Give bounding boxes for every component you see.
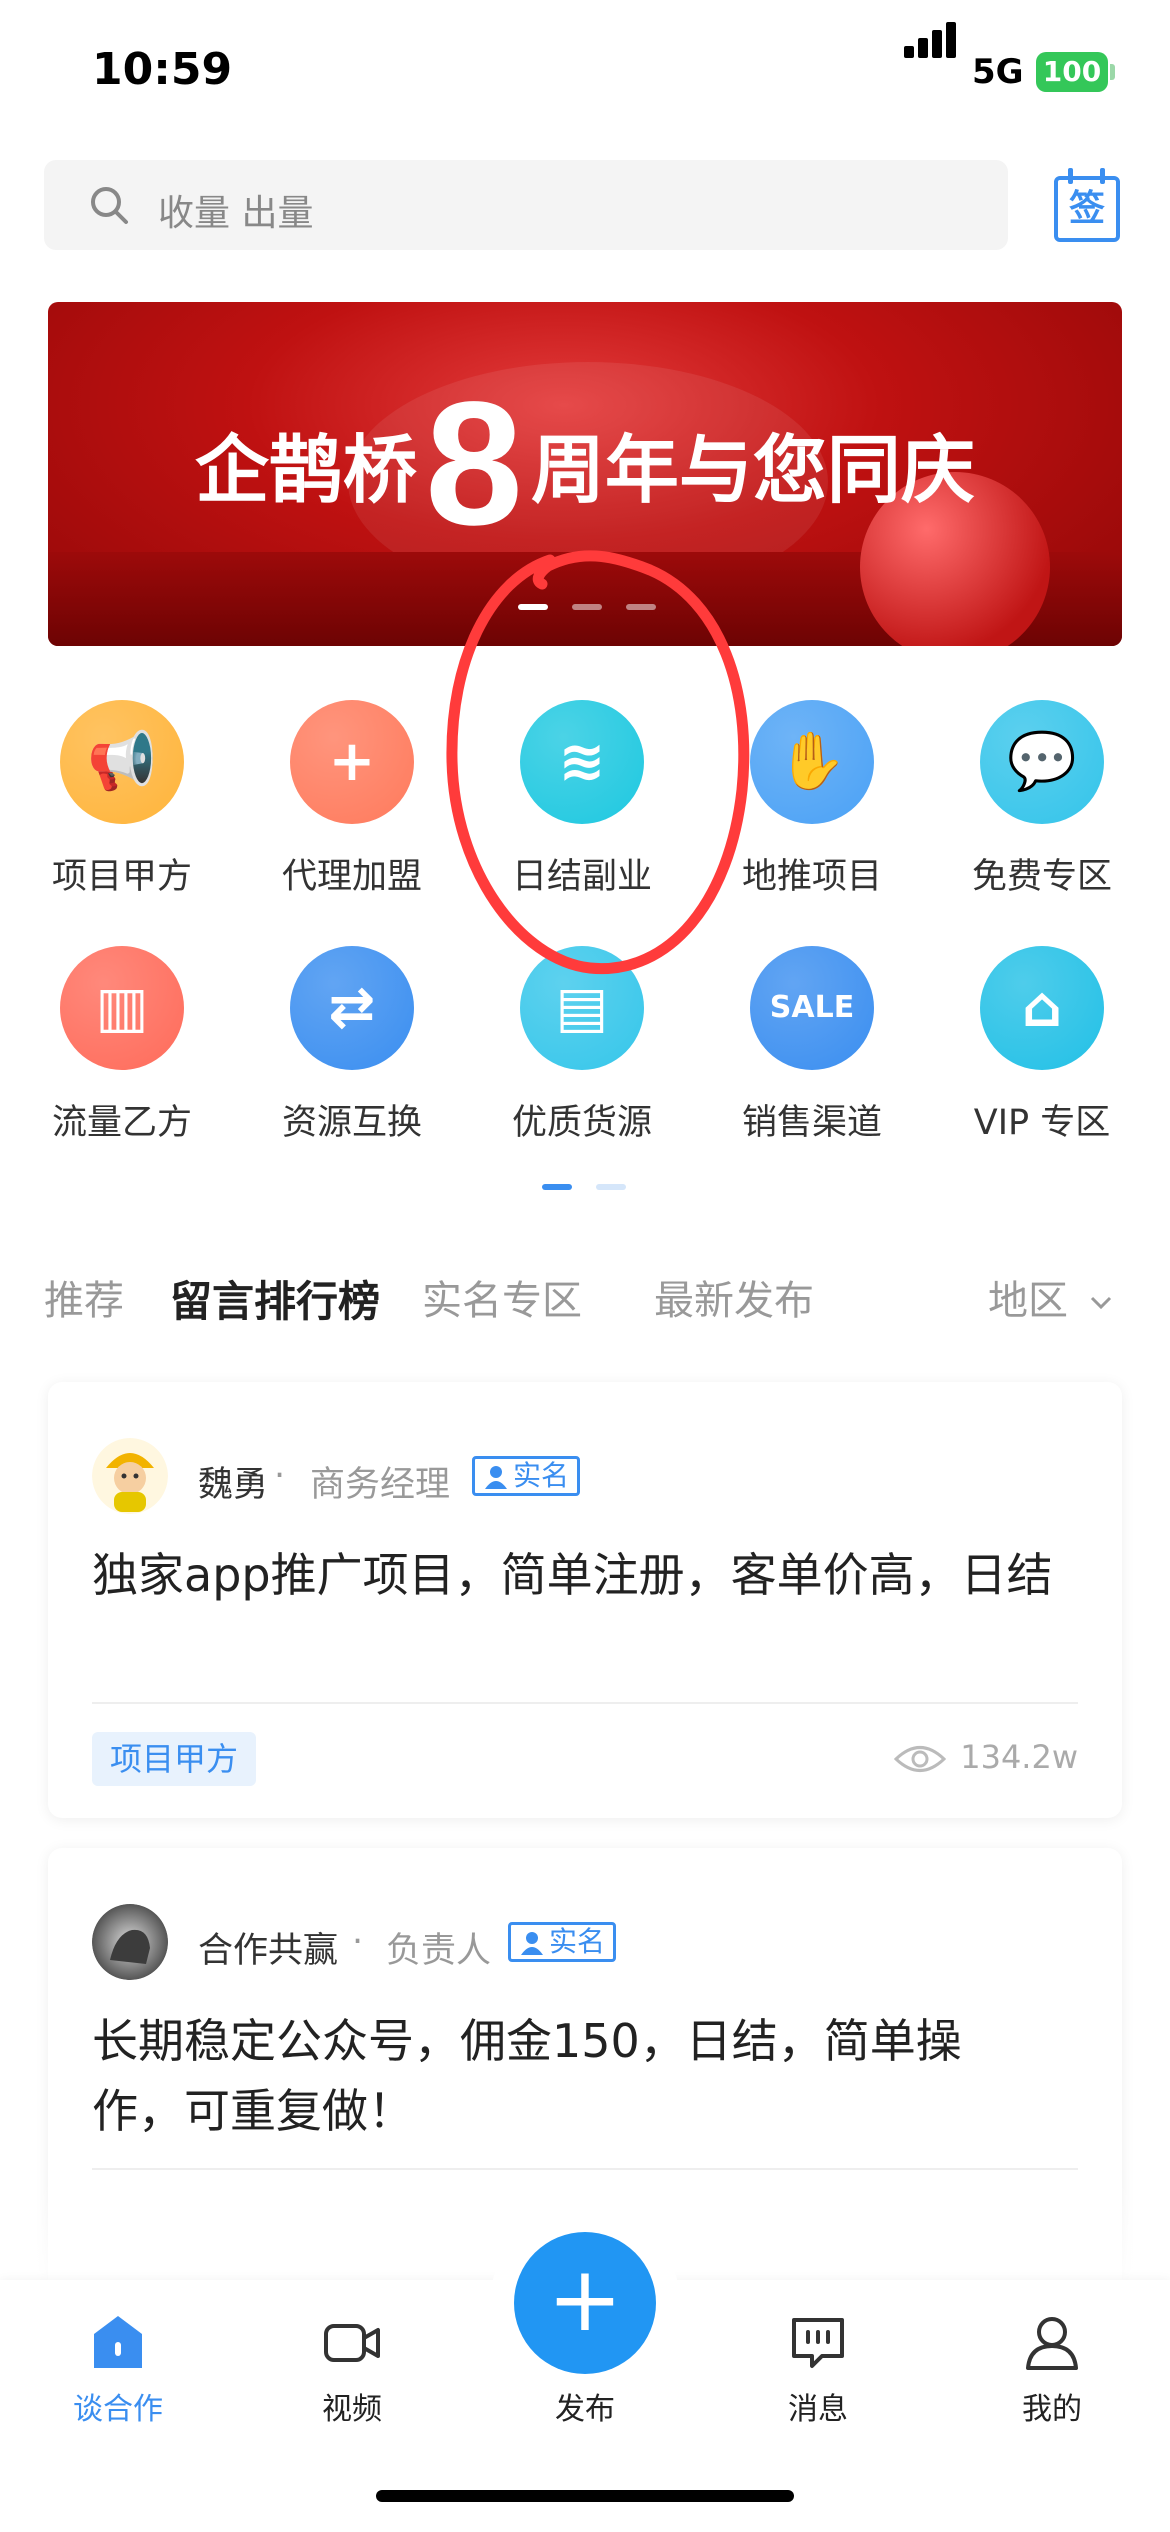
publish-label: 发布 [555,2392,615,2427]
category-label: 免费专区 [971,857,1112,897]
battery-icon: 100 [1036,52,1108,92]
category-glyph: ▥ [95,975,149,1040]
battery-tip [1110,64,1115,80]
category-glyph: 📢 [87,729,157,794]
banner-text-right: 周年与您同庆 [530,427,975,514]
swap-icon: ⇄ [290,946,414,1070]
author-name[interactable]: 合作共赢 [198,1922,338,1973]
category-label: 项目甲方 [51,857,192,897]
home-indicator[interactable] [376,2490,794,2502]
network-label: 5G [972,52,1024,92]
feed-tabs: 地区 推荐 留言排行榜 实名专区 最新发布 [0,1250,1170,1330]
presentation-icon: ▥ [60,946,184,1070]
post-card[interactable]: 魏勇 · 商务经理 实名 独家app推广项目，简单注册，客单价高，日结 项目甲方… [48,1382,1122,1818]
category-label: VIP 专区 [973,1103,1111,1143]
avatar [92,1904,168,1980]
profile-icon [1026,2317,1078,2370]
badge-label: 实名 [549,1925,606,1958]
grid-dot [596,1184,626,1190]
nav-item-talk[interactable]: 谈合作 [36,2312,196,2442]
nav-label: 谈合作 [73,2392,163,2427]
search-input[interactable]: 收量 出量 [44,160,1008,250]
message-icon [792,2318,844,2368]
grid-dot [542,1184,572,1190]
verified-badge: 实名 [472,1456,581,1496]
tab-3[interactable]: 最新发布 [654,1268,814,1326]
post-content[interactable]: 独家app推广项目，简单注册，客单价高，日结 [92,1540,1092,1610]
verified-badge: 实名 [508,1922,617,1962]
category-label: 流量乙方 [51,1103,192,1143]
nav-item-messages[interactable]: 消息 [736,2312,896,2442]
category-label: 资源互换 [281,1103,422,1143]
megaphone-icon: 📢 [60,700,184,824]
category-label: 销售渠道 [741,1103,882,1143]
badge-label: 实名 [513,1459,570,1492]
category-glyph: ⌂ [1021,975,1063,1040]
post-content[interactable]: 长期稳定公众号，佣金150，日结，简单操作，可重复做！ [92,2006,1052,2146]
grid-pagination [542,1184,632,1190]
nav-label: 消息 [788,2392,848,2427]
eye-icon [894,1746,946,1772]
tab-0[interactable]: 推荐 [44,1268,124,1326]
plus-icon: + [547,2247,623,2352]
nav-label: 我的 [1022,2392,1082,2427]
plus-pin-icon: + [290,700,414,824]
home-chat-icon [94,2316,142,2368]
banner-text-left: 企鹊桥 [195,427,418,514]
person-icon [485,1466,507,1489]
tab-1[interactable]: 留言排行榜 [170,1268,380,1329]
author-role: 商务经理 [310,1465,451,1505]
person-icon [521,1932,543,1955]
category-glyph: + [328,729,376,794]
category-storefront[interactable]: ⌂ VIP 专区 [924,936,1154,1156]
category-megaphone[interactable]: 📢 项目甲方 [4,690,234,910]
author-role-sep: · [352,1922,364,1962]
view-count: 134.2w [960,1738,1078,1776]
chevron-down-icon [1090,1296,1111,1310]
category-glyph: ⇄ [328,975,376,1040]
nav-label: 视频 [322,2392,382,2427]
search-icon [91,187,128,224]
tab-2[interactable]: 实名专区 [422,1268,582,1326]
avatar [92,1438,168,1514]
search-placeholder: 收量 出量 [158,193,314,234]
category-presentation[interactable]: ▥ 流量乙方 [4,936,234,1156]
red-circle-annotation [446,550,750,975]
nav-item-video[interactable]: 视频 [270,2312,430,2442]
author-name[interactable]: 魏勇 [198,1456,268,1507]
storefront-icon: ⌂ [980,946,1104,1070]
calendar-sign-icon: 签 [1054,176,1120,242]
status-time: 10:59 [92,44,233,95]
sign-in-button[interactable]: 签 [1054,168,1120,244]
nav-item-profile[interactable]: 我的 [970,2312,1130,2442]
app-screen: 10:59 5G 100 收量 出量 签 企鹊桥8 周年与您同庆 📢 项目甲方 … [0,0,1170,2532]
region-label: 地区 [988,1278,1068,1324]
banner-headline: 企鹊桥8 周年与您同庆 [48,376,1122,552]
chat-bubble-icon: 💬 [980,700,1104,824]
publish-button[interactable]: + [514,2232,656,2374]
author-role: 负责人 [386,1931,492,1971]
post-tag[interactable]: 项目甲方 [92,1732,257,1786]
video-icon [324,2324,380,2362]
banner-number: 8 [425,366,523,562]
category-glyph: 💬 [1007,729,1077,794]
author-role-sep: · [274,1456,286,1496]
category-label: 优质货源 [511,1103,652,1143]
region-filter[interactable]: 地区 [988,1268,1113,1326]
card-divider [92,1702,1078,1704]
status-bar: 10:59 5G 100 [0,0,1170,150]
card-divider [92,2168,1078,2170]
category-chat-bubble[interactable]: 💬 免费专区 [924,690,1154,910]
